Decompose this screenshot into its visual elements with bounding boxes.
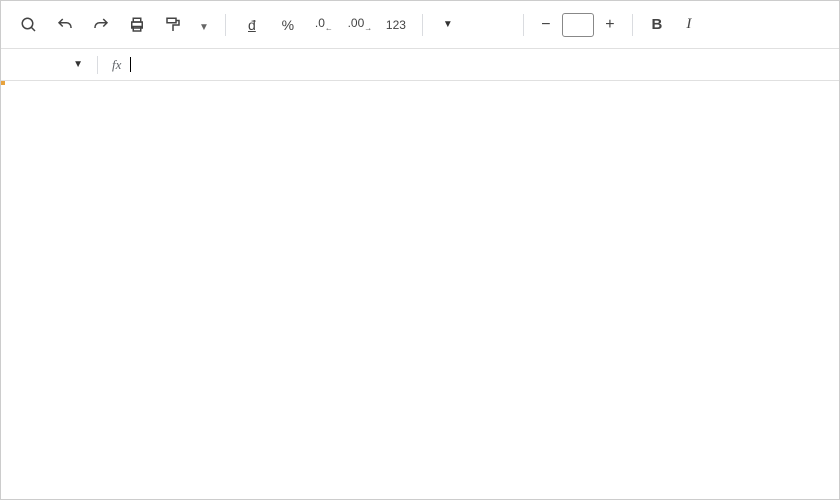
main-toolbar: ▼ đ % .0← .00→ 123 ▼ − + B I xyxy=(1,1,839,49)
more-formats-icon[interactable]: 123 xyxy=(380,9,412,41)
search-icon[interactable] xyxy=(13,9,45,41)
increase-decimal-icon[interactable]: .00→ xyxy=(344,9,376,41)
separator xyxy=(632,14,633,36)
font-size-input[interactable] xyxy=(562,13,594,37)
separator xyxy=(225,14,226,36)
redo-icon[interactable] xyxy=(85,9,117,41)
selection-marquee xyxy=(1,81,5,85)
undo-icon[interactable] xyxy=(49,9,81,41)
name-box[interactable]: ▼ xyxy=(7,59,83,70)
zoom-select[interactable]: ▼ xyxy=(193,17,215,33)
separator xyxy=(422,14,423,36)
italic-button[interactable]: I xyxy=(675,16,703,33)
font-select[interactable]: ▼ xyxy=(433,19,513,30)
paint-format-icon[interactable] xyxy=(157,9,189,41)
formula-input[interactable] xyxy=(129,57,131,73)
fx-icon: fx xyxy=(112,57,121,73)
separator xyxy=(97,56,98,74)
bold-button[interactable]: B xyxy=(643,16,671,33)
print-icon[interactable] xyxy=(121,9,153,41)
separator xyxy=(523,14,524,36)
font-size-stepper: − + xyxy=(534,13,622,37)
currency-icon[interactable]: đ xyxy=(236,9,268,41)
percent-icon[interactable]: % xyxy=(272,9,304,41)
cursor-icon xyxy=(130,57,131,72)
increase-font-button[interactable]: + xyxy=(598,13,622,37)
decrease-font-button[interactable]: − xyxy=(534,13,558,37)
decrease-decimal-icon[interactable]: .0← xyxy=(308,9,340,41)
formula-bar: ▼ fx xyxy=(1,49,839,81)
